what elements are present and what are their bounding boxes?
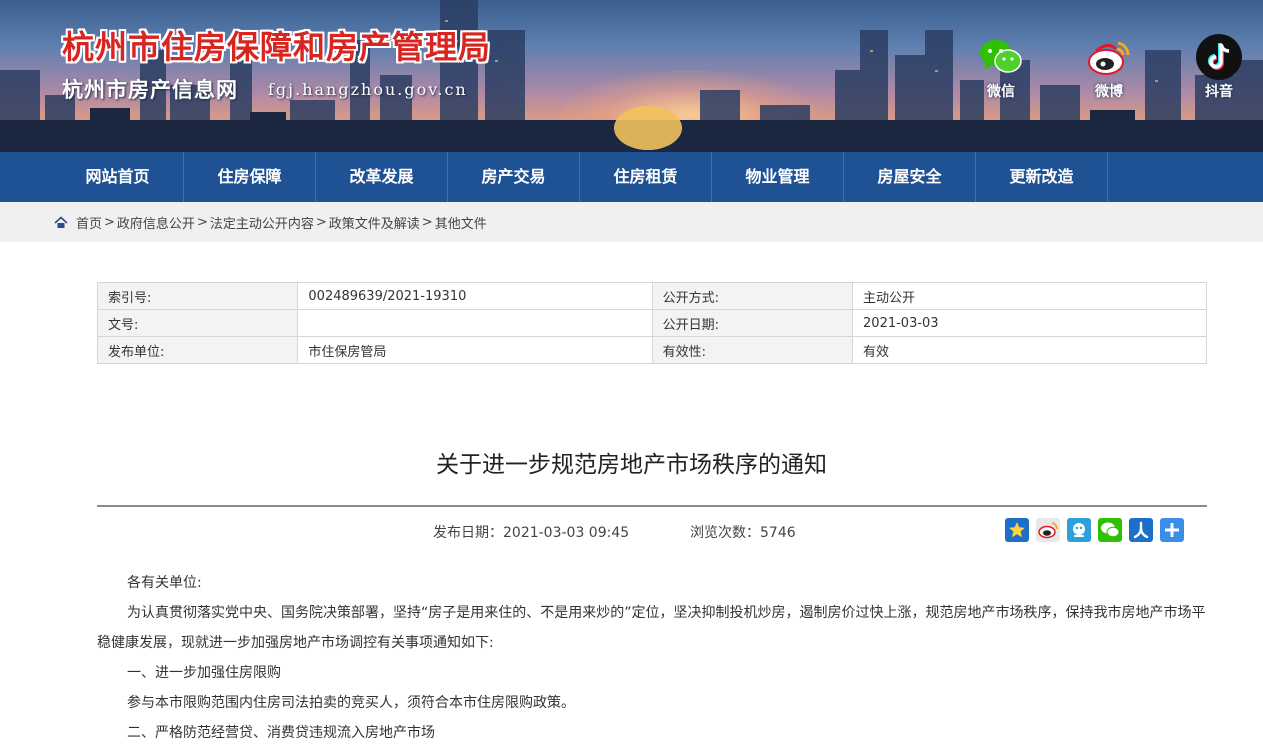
validity-label: 有效性: xyxy=(651,336,854,364)
main-nav: 网站首页 住房保障 改革发展 房产交易 住房租赁 物业管理 房屋安全 更新改造 xyxy=(0,152,1263,202)
breadcrumb-other-docs[interactable]: 其他文件 xyxy=(435,213,487,232)
weibo-link[interactable]: 微博 xyxy=(1074,34,1144,101)
breadcrumb-bar: 首页 > 政府信息公开 > 法定主动公开内容 > 政策文件及解读 > 其他文件 xyxy=(0,202,1263,242)
disclosure-method-label: 公开方式: xyxy=(651,282,854,310)
renren-share-icon[interactable] xyxy=(1129,518,1153,542)
index-number-label: 索引号: xyxy=(96,282,299,310)
breadcrumb-policy[interactable]: 政策文件及解读 xyxy=(329,213,420,232)
publish-date: 发布日期：2021-03-03 09:45 xyxy=(433,525,630,541)
disclosure-method-value: 主动公开 xyxy=(852,282,1207,310)
wechat-label: 微信 xyxy=(987,84,1015,100)
wechat-share-icon[interactable] xyxy=(1098,518,1122,542)
weibo-share-icon[interactable] xyxy=(1036,518,1060,542)
table-row: 发布单位: 市住保房管局 有效性: 有效 xyxy=(96,336,1207,364)
disclosure-date-label: 公开日期: xyxy=(651,309,854,337)
table-row: 文号: 公开日期: 2021-03-03 xyxy=(96,309,1207,337)
weibo-icon xyxy=(1086,34,1132,80)
nav-item-reform[interactable]: 改革发展 xyxy=(316,152,448,202)
document-info-table: 索引号: 002489639/2021-19310 公开方式: 主动公开 文号:… xyxy=(96,282,1207,364)
wechat-icon xyxy=(978,34,1024,80)
paragraph-section-1-body: 参与本市限购范围内住房司法拍卖的竞买人，须符合本市住房限购政策。 xyxy=(127,695,575,711)
nav-item-housing-security[interactable]: 住房保障 xyxy=(184,152,316,202)
breadcrumb-gov-info[interactable]: 政府信息公开 xyxy=(117,213,195,232)
article-title: 关于进一步规范房地产市场秩序的通知 xyxy=(436,452,827,478)
douyin-link[interactable]: 抖音 xyxy=(1184,34,1254,101)
home-icon xyxy=(54,215,68,229)
star-icon[interactable] xyxy=(1005,518,1029,542)
nav-item-real-estate-trade[interactable]: 房产交易 xyxy=(448,152,580,202)
title-divider xyxy=(97,505,1207,507)
wechat-link[interactable]: 微信 xyxy=(966,34,1036,101)
publisher-value: 市住保房管局 xyxy=(297,336,653,364)
site-subtitle: 杭州市房产信息网 xyxy=(62,77,238,102)
table-row: 索引号: 002489639/2021-19310 公开方式: 主动公开 xyxy=(96,282,1207,310)
breadcrumb-statutory[interactable]: 法定主动公开内容 xyxy=(210,213,314,232)
header-banner: 杭州市住房保障和房产管理局 杭州市房产信息网 fgj.hangzhou.gov.… xyxy=(0,0,1263,152)
nav-item-home[interactable]: 网站首页 xyxy=(52,152,184,202)
paragraph-intro: 为认真贯彻落实党中央、国务院决策部署，坚持“房子是用来住的、不是用来炒的”定位，… xyxy=(97,605,1206,651)
nav-item-renovation[interactable]: 更新改造 xyxy=(976,152,1108,202)
view-count: 浏览次数：5746 xyxy=(690,525,796,541)
site-domain: fgj.hangzhou.gov.cn xyxy=(268,80,468,99)
article-body: 各有关单位: 为认真贯彻落实党中央、国务院决策部署，坚持“房子是用来住的、不是用… xyxy=(97,568,1209,748)
qq-share-icon[interactable] xyxy=(1067,518,1091,542)
nav-item-property-management[interactable]: 物业管理 xyxy=(712,152,844,202)
site-title: 杭州市住房保障和房产管理局 xyxy=(62,28,492,66)
disclosure-date-value: 2021-03-03 xyxy=(852,309,1207,337)
nav-item-rental[interactable]: 住房租赁 xyxy=(580,152,712,202)
plus-icon[interactable] xyxy=(1160,518,1184,542)
publisher-label: 发布单位: xyxy=(96,336,299,364)
breadcrumb-home[interactable]: 首页 xyxy=(76,213,102,232)
weibo-label: 微博 xyxy=(1095,84,1123,100)
douyin-label: 抖音 xyxy=(1205,84,1233,100)
doc-number-value xyxy=(297,309,653,337)
validity-value: 有效 xyxy=(852,336,1207,364)
nav-item-housing-safety[interactable]: 房屋安全 xyxy=(844,152,976,202)
index-number-value: 002489639/2021-19310 xyxy=(297,282,653,310)
paragraph-salutation: 各有关单位: xyxy=(127,575,202,591)
paragraph-section-1-heading: 一、进一步加强住房限购 xyxy=(127,665,281,681)
share-bar xyxy=(1005,518,1184,542)
breadcrumb: 首页 > 政府信息公开 > 法定主动公开内容 > 政策文件及解读 > 其他文件 xyxy=(54,202,487,242)
paragraph-section-2-heading: 二、严格防范经营贷、消费贷违规流入房地产市场 xyxy=(127,725,435,741)
douyin-icon xyxy=(1196,34,1242,80)
doc-number-label: 文号: xyxy=(96,309,299,337)
